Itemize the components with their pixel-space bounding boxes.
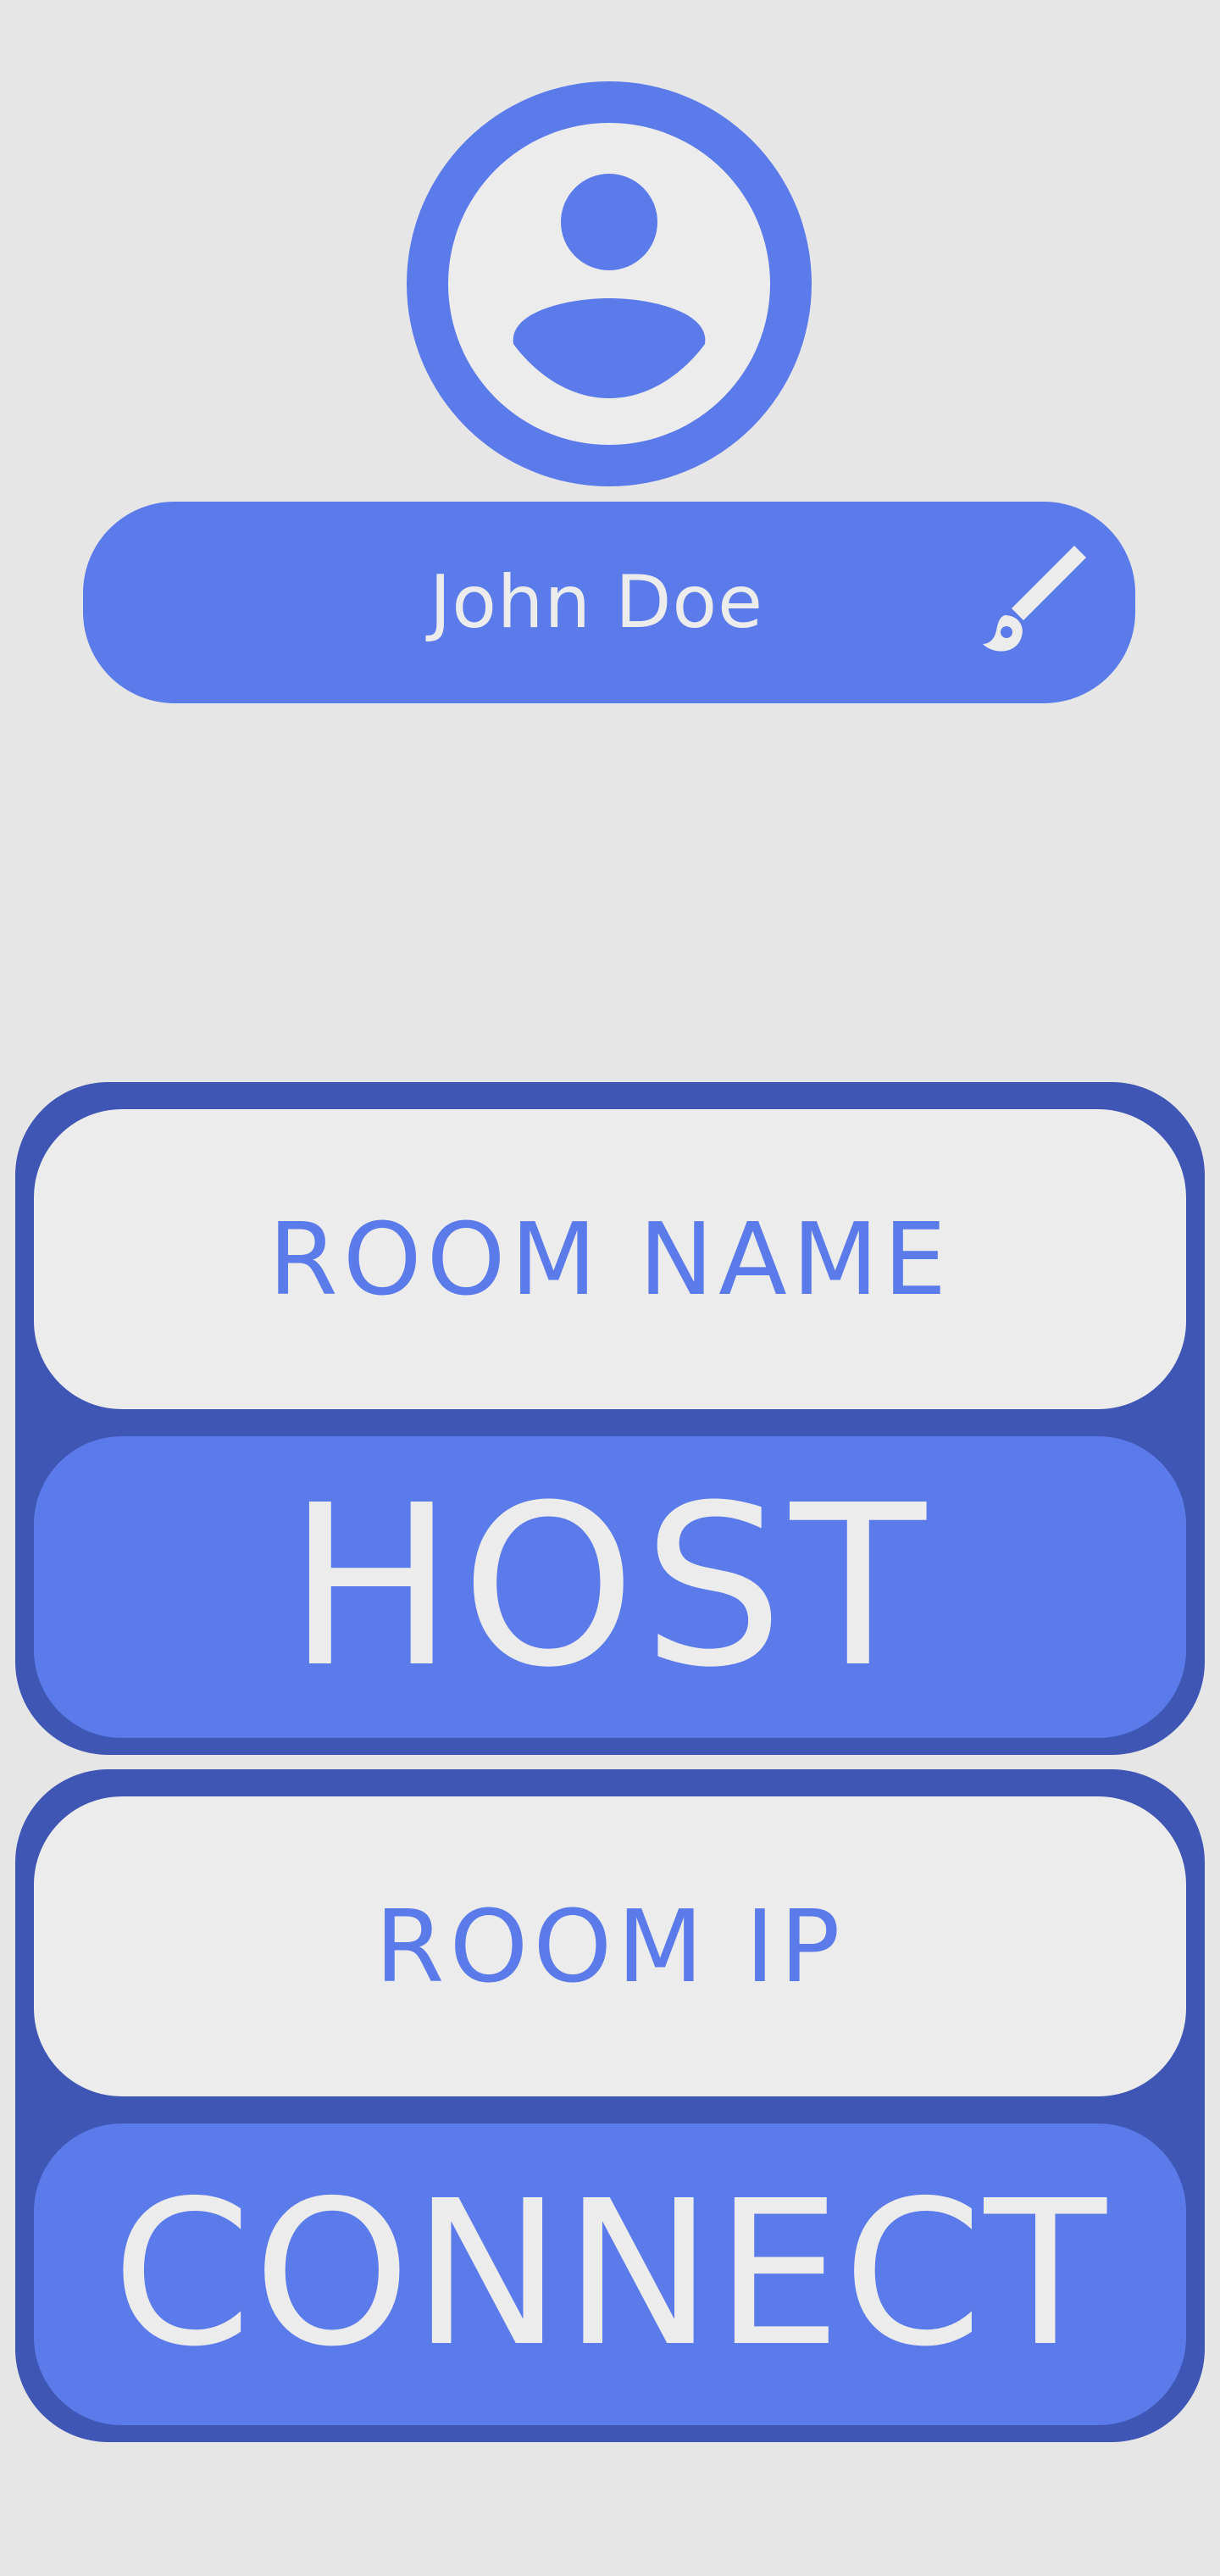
username-text: John Doe [429,560,764,645]
username-field[interactable]: John Doe [83,502,1135,703]
room-ip-placeholder: ROOM IP [374,1888,846,2005]
account-circle-icon [448,123,770,445]
room-name-placeholder: ROOM NAME [268,1201,952,1318]
connect-room-panel: ROOM IP CONNECT [15,1769,1205,2442]
connect-button[interactable]: CONNECT [34,2124,1186,2425]
connect-button-label: CONNECT [112,2157,1108,2390]
avatar[interactable] [407,81,812,486]
host-room-panel: ROOM NAME HOST [15,1082,1205,1755]
room-name-input[interactable]: ROOM NAME [34,1109,1186,1409]
paint-brush-icon[interactable] [974,546,1091,663]
host-button-label: HOST [287,1457,933,1716]
room-ip-input[interactable]: ROOM IP [34,1796,1186,2096]
host-button[interactable]: HOST [34,1436,1186,1738]
